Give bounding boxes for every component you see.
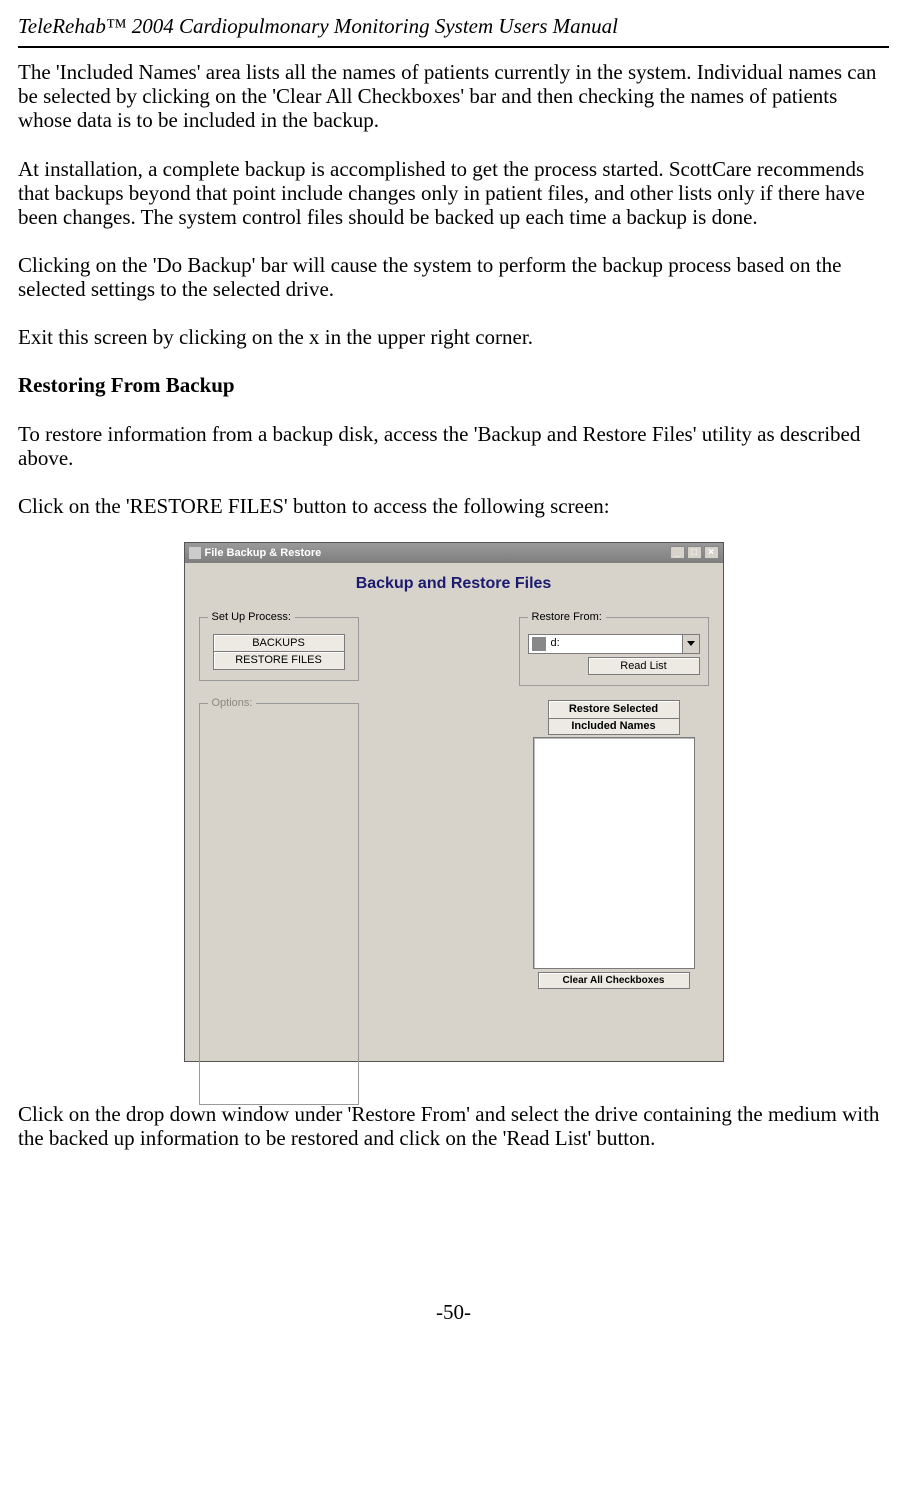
header-title: TeleRehab™ 2004 Cardiopulmonary Monitori… [18,14,618,38]
restore-from-group: Restore From: d: Read List [519,611,709,686]
section-heading: Restoring From Backup [18,373,889,397]
setup-group: Set Up Process: BACKUPS RESTORE FILES [199,611,359,681]
paragraph-4: Exit this screen by clicking on the x in… [18,325,889,349]
paragraph-7: Click on the drop down window under 'Res… [18,1102,889,1150]
drive-dropdown[interactable]: d: [528,634,700,654]
page-number: -50- [18,1300,889,1324]
options-label: Options: [208,697,257,710]
page-header: TeleRehab™ 2004 Cardiopulmonary Monitori… [18,14,889,48]
screenshot-figure: File Backup & Restore _ □ × Backup and R… [184,542,724,1062]
chevron-down-icon[interactable] [682,635,699,653]
paragraph-3: Clicking on the 'Do Backup' bar will cau… [18,253,889,301]
read-list-button[interactable]: Read List [588,657,700,676]
dialog-title: Backup and Restore Files [193,575,715,593]
paragraph-1: The 'Included Names' area lists all the … [18,60,889,132]
titlebar[interactable]: File Backup & Restore _ □ × [185,543,723,563]
restore-selected-area: Restore Selected Included Names Clear Al… [519,700,709,989]
app-window: File Backup & Restore _ □ × Backup and R… [184,542,724,1062]
drive-icon [532,637,546,651]
included-names-header: Included Names [548,719,680,735]
paragraph-5: To restore information from a backup dis… [18,422,889,470]
paragraph-6: Click on the 'RESTORE FILES' button to a… [18,494,889,518]
restore-selected-button[interactable]: Restore Selected [548,700,680,719]
backups-button[interactable]: BACKUPS [213,634,345,653]
included-names-list[interactable] [533,737,695,969]
window-body: Backup and Restore Files Set Up Process:… [185,563,723,1061]
close-button[interactable]: × [704,546,719,559]
setup-label: Set Up Process: [208,611,295,624]
right-column: Restore From: d: Read List Restore Selec… [519,611,709,989]
drive-value: d: [549,637,682,650]
options-group: Options: [199,697,359,1105]
clear-all-checkboxes-button[interactable]: Clear All Checkboxes [538,972,690,990]
left-column: Set Up Process: BACKUPS RESTORE FILES Op… [199,611,359,1105]
app-icon [189,547,201,559]
window-title: File Backup & Restore [205,547,322,560]
paragraph-2: At installation, a complete backup is ac… [18,157,889,229]
restore-from-label: Restore From: [528,611,606,624]
restore-files-button[interactable]: RESTORE FILES [213,652,345,670]
minimize-button[interactable]: _ [670,546,685,559]
maximize-button[interactable]: □ [687,546,702,559]
